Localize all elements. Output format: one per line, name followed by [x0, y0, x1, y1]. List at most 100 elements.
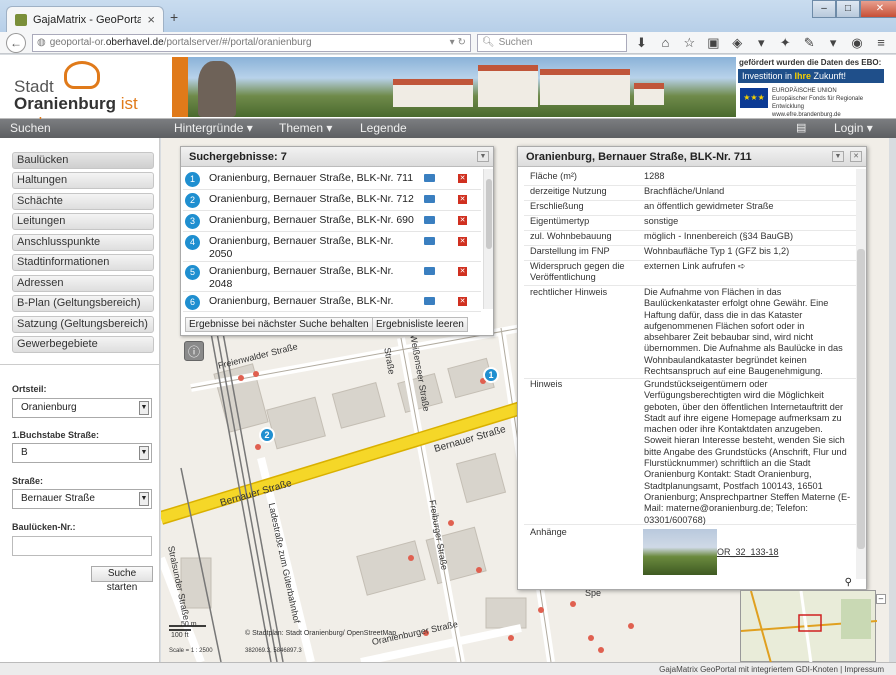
window-controls: – □ ✕ [812, 0, 896, 18]
info-card-icon[interactable] [424, 174, 435, 182]
objection-link[interactable]: externen Link aufrufen ➪ [644, 261, 852, 272]
map-coordinates: 382069.3, 5846897.3 [245, 648, 302, 654]
ebo-title: gefördert wurden die Daten des EBO: [739, 58, 882, 67]
chat-icon[interactable]: ◉ [848, 35, 866, 51]
result-number: 4 [185, 235, 200, 250]
sidebar-item-stadtinformationen[interactable]: Stadtinformationen [12, 254, 154, 271]
sidebar-item-satzung[interactable]: Satzung (Geltungsbereich) [12, 316, 154, 333]
bookmark-star-icon[interactable]: ☆ [680, 35, 698, 51]
result-row[interactable]: 5 Oranienburg, Bernauer Straße, BLK-Nr. … [183, 262, 481, 292]
delete-icon[interactable]: ✕ [458, 267, 467, 276]
close-window-button[interactable]: ✕ [860, 0, 896, 18]
info-icon[interactable]: ⓘ [184, 341, 204, 361]
sidebar-item-adressen[interactable]: Adressen [12, 275, 154, 292]
search-results-panel: Suchergebnisse: 7 ▼ 1 Oranienburg, Bernau… [180, 146, 494, 336]
result-row[interactable]: 1 Oranienburg, Bernauer Straße, BLK-Nr. … [183, 169, 481, 190]
search-menu[interactable]: Suchen [10, 121, 51, 135]
result-number: 2 [185, 193, 200, 208]
backgrounds-menu[interactable]: Hintergründe ▾ [174, 121, 253, 135]
maximize-button[interactable]: □ [836, 0, 860, 18]
map-marker-1[interactable]: 1 [483, 367, 499, 383]
close-tab-icon[interactable]: × [147, 12, 155, 27]
browser-tab[interactable]: GajaMatrix - GeoPortal ora... × [6, 6, 164, 32]
back-arrow-icon[interactable]: ← [6, 32, 26, 53]
sidebar-item-bauluecken[interactable]: Baulücken [12, 152, 154, 169]
sidebar-item-schaechte[interactable]: Schächte [12, 193, 154, 210]
menu-icon[interactable]: ≡ [872, 35, 890, 50]
ortsteil-select[interactable]: Oranienburg ▼ [12, 398, 152, 418]
delete-icon[interactable]: ✕ [458, 297, 467, 306]
clear-results-button[interactable]: Ergebnisliste leeren [372, 317, 468, 332]
ebo-funding-box[interactable]: gefördert wurden die Daten des EBO: Inve… [736, 57, 886, 118]
sidebar-item-haltungen[interactable]: Haltungen [12, 172, 154, 189]
attachment-link[interactable]: OR_32_133-18 [717, 547, 779, 557]
letter-select[interactable]: B ▼ [12, 443, 152, 463]
login-menu[interactable]: Login ▾ [834, 121, 873, 135]
clipboard-icon[interactable]: ▣ [704, 35, 722, 51]
detail-scrollbar[interactable] [856, 169, 866, 579]
addon2-icon[interactable]: ✦ [776, 35, 794, 51]
street-select[interactable]: Bernauer Straße ▼ [12, 489, 152, 509]
close-icon[interactable]: ✕ [850, 151, 862, 162]
keep-results-button[interactable]: Ergebnisse bei nächster Suche behalten [185, 317, 373, 332]
browser-navbar: ← ◍ geoportal-or.oberhavel.de/portalserv… [0, 32, 896, 54]
browser-search-input[interactable]: 🔍︎ Suchen [476, 33, 627, 52]
info-card-icon[interactable] [424, 237, 435, 245]
result-text[interactable]: Oranienburg, Bernauer Straße, BLK-Nr. 71… [209, 193, 419, 206]
topics-menu[interactable]: Themen ▾ [279, 121, 332, 135]
home-icon[interactable]: ⌂ [656, 35, 674, 50]
result-row[interactable]: 2 Oranienburg, Bernauer Straße, BLK-Nr. … [183, 190, 481, 211]
ebo-slogan: Investition in Ihre Zukunft! [738, 69, 884, 83]
detail-title: Oranienburg, Bernauer Straße, BLK-Nr. 71… [518, 147, 866, 167]
new-tab-button[interactable]: + [170, 9, 178, 25]
delete-icon[interactable]: ✕ [458, 237, 467, 246]
collapse-icon[interactable]: ▼ [477, 151, 489, 162]
reload-icon[interactable]: ▾ ↻ [450, 37, 466, 48]
info-card-icon[interactable] [424, 195, 435, 203]
scroll-thumb[interactable] [486, 179, 492, 249]
info-card-icon[interactable] [424, 297, 435, 305]
sidebar-item-bplan[interactable]: B-Plan (Geltungsbereich) [12, 295, 154, 312]
map-marker-2[interactable]: 2 [259, 427, 275, 443]
nr-input[interactable] [12, 536, 152, 556]
results-scrollbar[interactable] [483, 169, 493, 309]
detail-row: Hinweis Grundstückseigentümern oder Verfü… [524, 379, 856, 525]
print-icon[interactable]: ▤ [796, 121, 806, 134]
addon3-dropdown-icon[interactable]: ▾ [824, 35, 842, 51]
app-toolbar: Suchen Hintergründe ▾ Themen ▾ Legende ▤… [0, 119, 896, 138]
delete-icon[interactable]: ✕ [458, 195, 467, 204]
collapse-icon[interactable]: ▼ [832, 151, 844, 162]
result-row[interactable]: 6 Oranienburg, Bernauer Straße, BLK-Nr. … [183, 292, 481, 312]
sidebar-item-anschlusspunkte[interactable]: Anschlusspunkte [12, 234, 154, 251]
result-text[interactable]: Oranienburg, Bernauer Straße, BLK-Nr. 69… [209, 214, 419, 227]
result-row[interactable]: 4 Oranienburg, Bernauer Straße, BLK-Nr. … [183, 232, 481, 262]
sidebar-item-leitungen[interactable]: Leitungen [12, 213, 154, 230]
city-logo[interactable]: Stadt Oranienburg ist anders. [6, 57, 171, 133]
status-bar: GajaMatrix GeoPortal mit integriertem GD… [0, 662, 896, 675]
info-card-icon[interactable] [424, 216, 435, 224]
addon-icon[interactable]: ◈ [728, 35, 746, 51]
result-text[interactable]: Oranienburg, Bernauer Straße, BLK-Nr. 20… [209, 265, 419, 291]
overview-toggle-button[interactable]: – [876, 594, 886, 604]
status-text[interactable]: GajaMatrix GeoPortal mit integriertem GD… [659, 665, 884, 674]
result-text[interactable]: Oranienburg, Bernauer Straße, BLK-Nr. [209, 295, 419, 308]
link-icon[interactable]: ⚲ [845, 577, 852, 588]
search-start-button[interactable]: Suche starten [91, 566, 153, 593]
download-icon[interactable]: ⬇ [633, 35, 651, 51]
pencil-icon[interactable]: ✎ [800, 35, 818, 51]
letter-label: 1.Buchstabe Straße: [12, 430, 100, 440]
delete-icon[interactable]: ✕ [458, 216, 467, 225]
result-text[interactable]: Oranienburg, Bernauer Straße, BLK-Nr. 71… [209, 172, 419, 185]
result-row[interactable]: 3 Oranienburg, Bernauer Straße, BLK-Nr. … [183, 211, 481, 232]
minimize-button[interactable]: – [812, 0, 836, 18]
url-bar[interactable]: ◍ geoportal-or.oberhavel.de/portalserver… [31, 33, 471, 52]
scroll-thumb[interactable] [857, 249, 865, 549]
legend-button[interactable]: Legende [360, 121, 407, 135]
info-card-icon[interactable] [424, 267, 435, 275]
overview-map[interactable] [740, 590, 878, 664]
result-text[interactable]: Oranienburg, Bernauer Straße, BLK-Nr. 20… [209, 235, 419, 261]
addon-dropdown-icon[interactable]: ▾ [752, 35, 770, 51]
delete-icon[interactable]: ✕ [458, 174, 467, 183]
attachment-thumbnail[interactable] [643, 529, 717, 575]
sidebar-item-gewerbegebiete[interactable]: Gewerbegebiete [12, 336, 154, 353]
